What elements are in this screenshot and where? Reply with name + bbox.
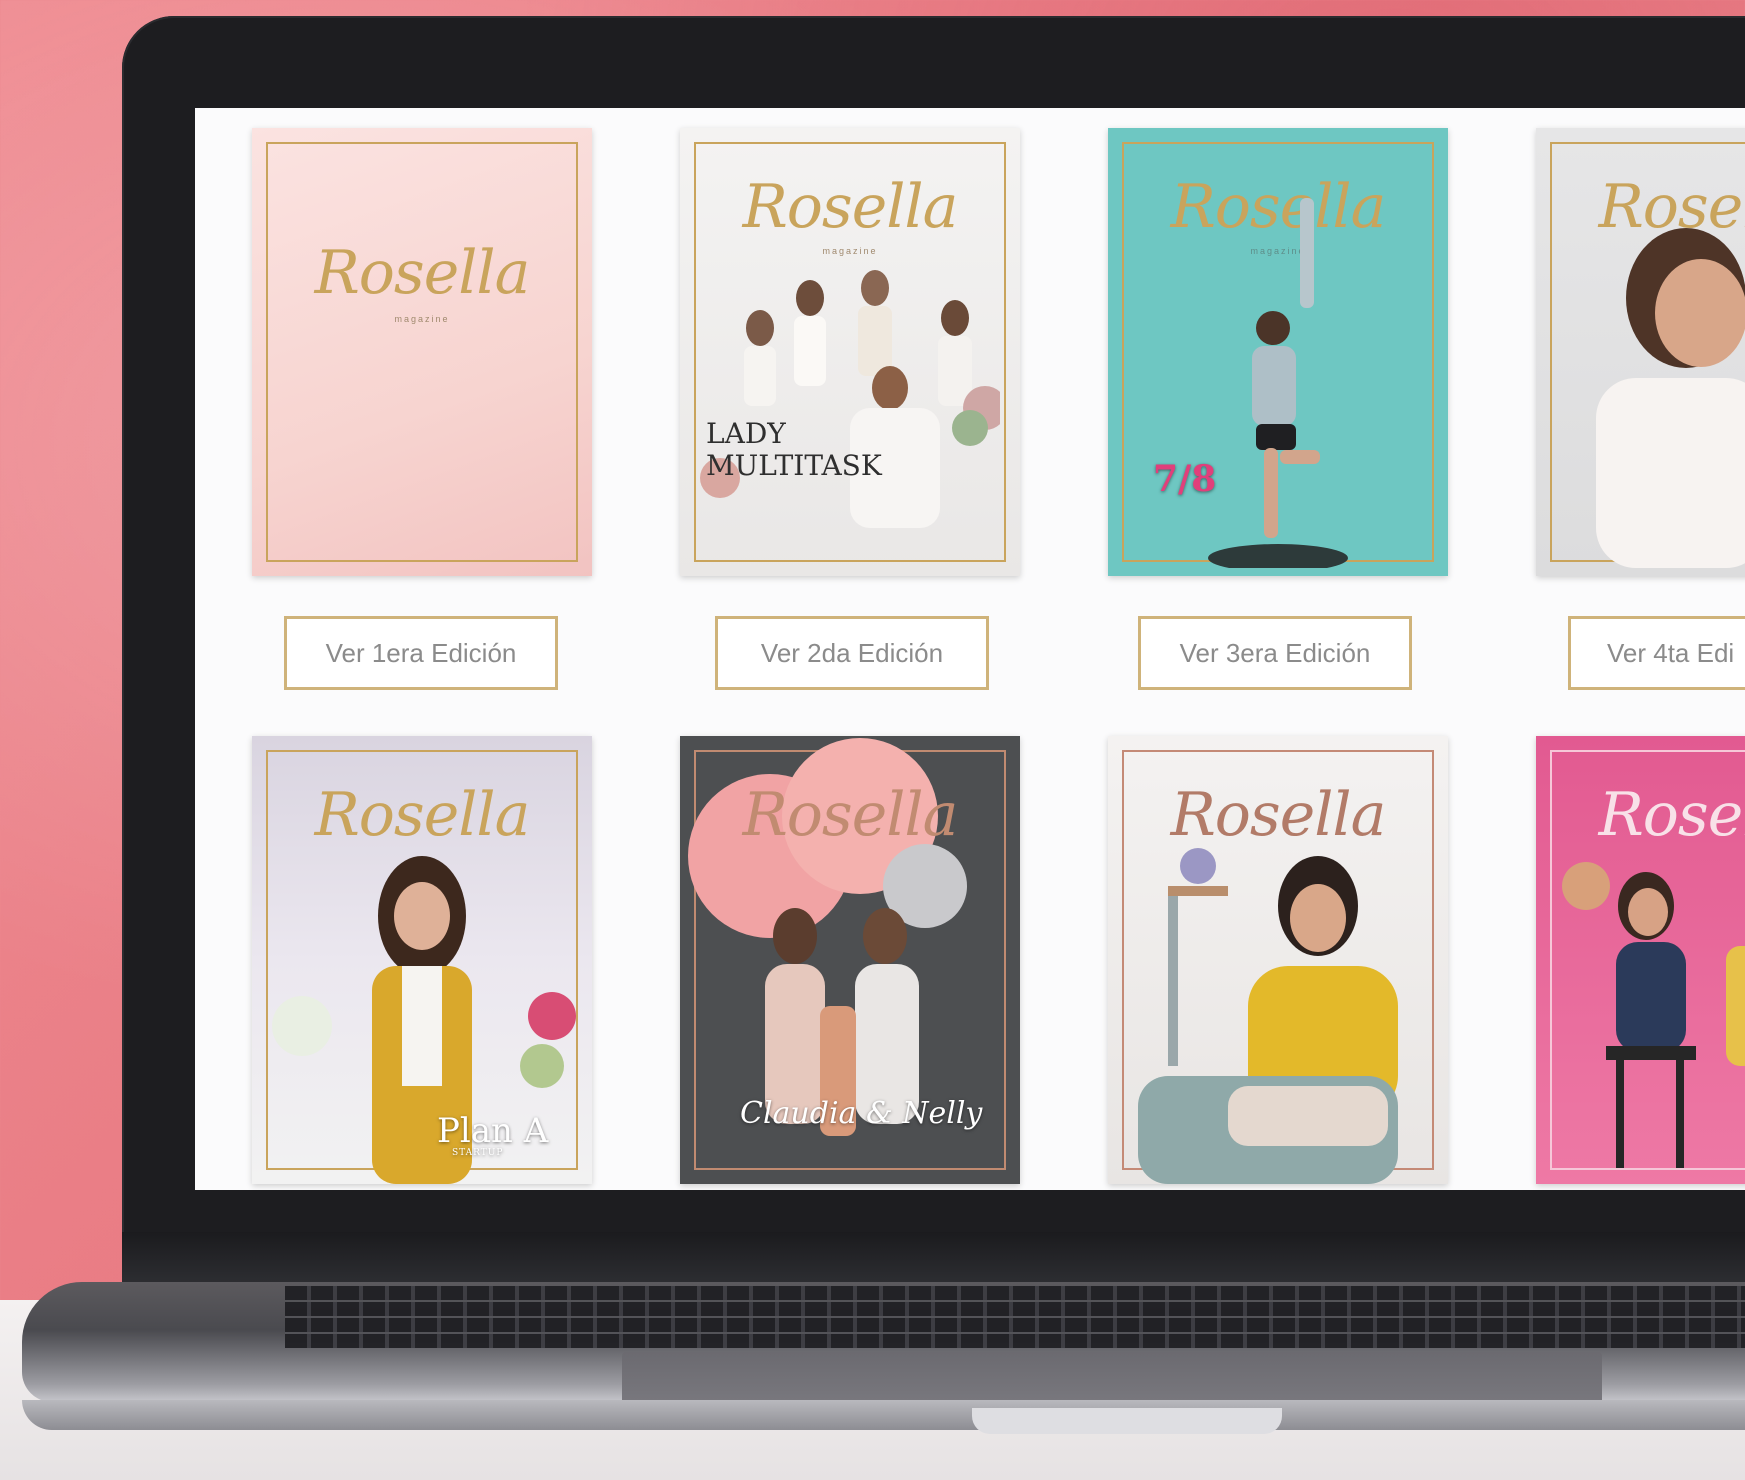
cover-frame [266,142,578,562]
cover-edition-5[interactable]: Rosella Plan A STARTUP [252,736,592,1184]
trackpad [622,1352,1602,1404]
cover-logo: Rosella [742,780,959,850]
view-edition-1-button[interactable]: Ver 1era Edición [284,616,558,690]
cover-edition-8[interactable]: Rosella [1536,736,1745,1184]
view-edition-3-button[interactable]: Ver 3era Edición [1138,616,1412,690]
cover-photo-portrait [1566,208,1745,568]
cover-edition-6[interactable]: Rosella Claudia & Nelly [680,736,1020,1184]
cover-tagline: magazine [822,246,878,256]
laptop-lip [972,1408,1282,1434]
cover-photo-athlete [1208,188,1368,572]
cover-edition-7[interactable]: Rosella [1108,736,1448,1184]
cover-badge: 7/8 [1153,458,1217,500]
cover-photo-seated-woman [1118,846,1438,1184]
cover-photo-group [700,268,1007,558]
cover-subheadline: STARTUP [452,1148,504,1158]
view-edition-2-button[interactable]: Ver 2da Edición [715,616,989,690]
keyboard [285,1286,1745,1348]
cover-edition-1[interactable]: Rosella magazine [252,128,592,576]
cover-edition-2[interactable]: Rosella magazine LADY MULTITASK [680,128,1020,576]
laptop-hinge [122,1232,1745,1282]
view-edition-4-button[interactable]: Ver 4ta Edi [1568,616,1745,690]
cover-logo: Rosella [1170,780,1387,850]
cover-logo: Rosella [742,172,959,242]
cover-edition-3[interactable]: Rosella magazine 7/8 [1108,128,1448,576]
laptop-base-edge [22,1400,1745,1430]
cover-tagline: magazine [394,314,450,324]
cover-headline: LADY MULTITASK [706,417,882,482]
screen: Rosella magazine Rosella magazine LADY M… [195,108,1745,1190]
cover-headline: Claudia & Nelly [740,1096,983,1131]
cover-logo: Rosella [314,780,531,850]
cover-logo: Rosella [1598,780,1745,850]
cover-headline: Plan A [437,1111,549,1151]
cover-edition-4[interactable]: Rosella [1536,128,1745,576]
cover-photo-women [1546,846,1745,1184]
cover-logo: Rosella [314,238,531,308]
